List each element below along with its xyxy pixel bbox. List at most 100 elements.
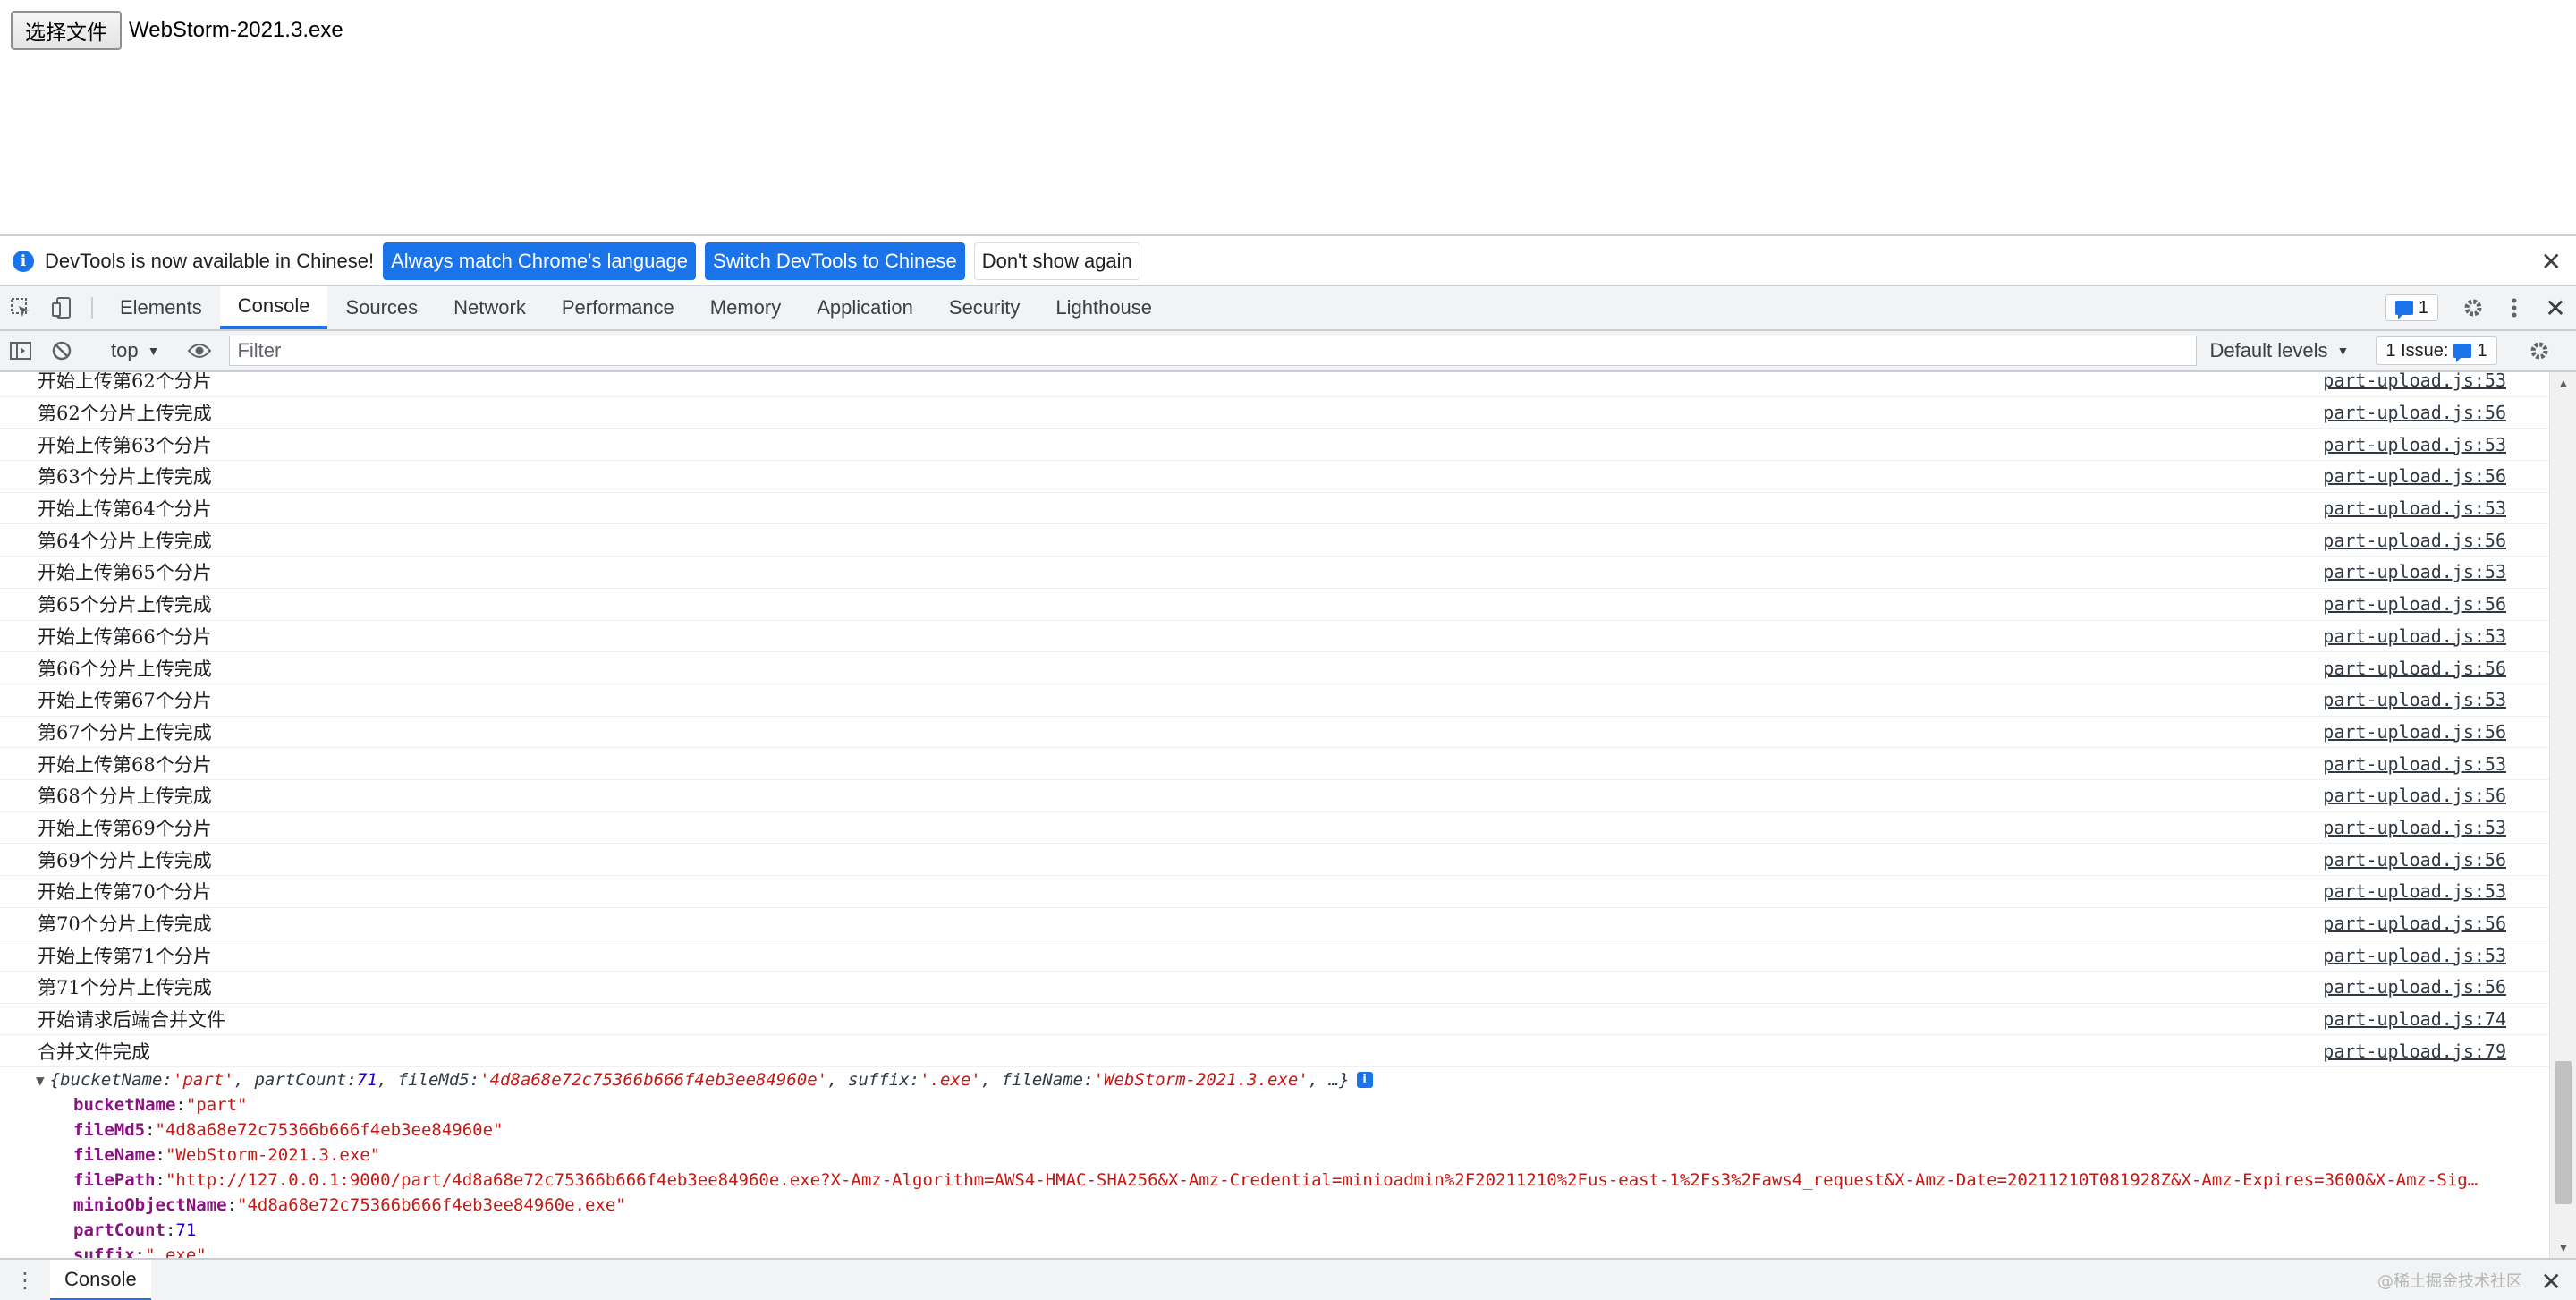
console-message: 第63个分片上传完成 part-upload.js:56 (0, 461, 2549, 493)
console-message: 开始上传第70个分片 part-upload.js:53 (0, 876, 2549, 908)
source-link[interactable]: part-upload.js:53 (2323, 625, 2506, 647)
source-link[interactable]: part-upload.js:56 (2323, 785, 2506, 806)
log-levels-value: Default levels (2209, 339, 2328, 361)
close-icon[interactable]: ✕ (2541, 247, 2562, 276)
choose-file-button[interactable]: 选择文件 (11, 11, 122, 50)
switch-to-chinese-button[interactable]: Switch DevTools to Chinese (705, 242, 965, 280)
source-link[interactable]: part-upload.js:56 (2323, 849, 2506, 871)
issues-count: 1 (2477, 340, 2487, 361)
dont-show-again-button[interactable]: Don't show again (973, 242, 1140, 280)
source-link[interactable]: part-upload.js:53 (2323, 497, 2506, 519)
console-message-text: 开始上传第62个分片 (38, 372, 212, 393)
console-message-list: 开始上传第62个分片 part-upload.js:53 第62个分片上传完成 par… (0, 372, 2549, 1068)
tab-lighthouse[interactable]: Lighthouse (1038, 286, 1170, 329)
object-property: suffix: ".exe" (0, 1243, 2513, 1258)
property-value: 71 (175, 1220, 197, 1241)
source-link[interactable]: part-upload.js:56 (2323, 658, 2506, 679)
source-link[interactable]: part-upload.js:53 (2323, 945, 2506, 966)
toolbar-divider (91, 297, 93, 319)
console-settings-gear-icon[interactable] (2519, 339, 2560, 362)
console-message-text: 第65个分片上传完成 (38, 594, 212, 616)
console-message-text: 合并文件完成 (38, 1041, 150, 1063)
source-link[interactable]: part-upload.js:56 (2323, 913, 2506, 934)
source-link[interactable]: part-upload.js:56 (2323, 976, 2506, 998)
messages-badge-button[interactable]: 1 (2385, 294, 2438, 321)
source-link[interactable]: part-upload.js:79 (2323, 1041, 2506, 1062)
source-link[interactable]: part-upload.js:56 (2323, 402, 2506, 423)
scrollbar-thumb[interactable] (2555, 1061, 2572, 1204)
object-info-icon[interactable]: i (1356, 1072, 1373, 1089)
source-link[interactable]: part-upload.js:56 (2323, 465, 2506, 487)
tab-sources[interactable]: Sources (327, 286, 436, 329)
source-link[interactable]: part-upload.js:56 (2323, 593, 2506, 615)
web-page: 选择文件 WebStorm-2021.3.exe (0, 0, 2576, 234)
live-expression-eye-icon[interactable] (179, 342, 220, 360)
source-link[interactable]: part-upload.js:53 (2323, 561, 2506, 582)
tab-performance[interactable]: Performance (544, 286, 692, 329)
always-match-language-button[interactable]: Always match Chrome's language (383, 242, 697, 280)
log-levels-dropdown[interactable]: Default levels ▼ (2209, 339, 2349, 362)
console-message: 开始上传第65个分片 part-upload.js:53 (0, 557, 2549, 589)
close-drawer-icon[interactable]: ✕ (2541, 1267, 2562, 1296)
source-link[interactable]: part-upload.js:53 (2323, 434, 2506, 455)
sidebar-toggle-icon[interactable] (0, 341, 41, 361)
tab-elements[interactable]: Elements (102, 286, 220, 329)
tab-console[interactable]: Console (219, 286, 328, 329)
device-toolbar-icon[interactable] (41, 286, 82, 329)
expand-triangle-icon[interactable]: ▼ (36, 1072, 45, 1089)
drawer-menu-icon[interactable]: ⋮ (0, 1260, 50, 1300)
scroll-down-arrow-icon[interactable]: ▼ (2557, 1240, 2570, 1254)
scroll-up-arrow-icon[interactable]: ▲ (2557, 376, 2570, 390)
property-key: fileName (73, 1145, 156, 1166)
infobar-text: DevTools is now available in Chinese! (45, 250, 375, 272)
console-message: 第64个分片上传完成 part-upload.js:56 (0, 524, 2549, 557)
inspect-element-icon[interactable] (0, 286, 41, 329)
source-link[interactable]: part-upload.js:74 (2323, 1008, 2506, 1030)
summary-tail: , …} (1308, 1070, 1350, 1091)
console-message-text: 开始上传第65个分片 (38, 562, 212, 584)
source-link[interactable]: part-upload.js:53 (2323, 689, 2506, 710)
console-message: 开始上传第69个分片 part-upload.js:53 (0, 812, 2549, 845)
console-message: 第70个分片上传完成 part-upload.js:56 (0, 908, 2549, 940)
message-icon (2453, 344, 2472, 362)
console-message: 合并文件完成 part-upload.js:79 (0, 1035, 2549, 1068)
console-message: 第68个分片上传完成 part-upload.js:56 (0, 780, 2549, 812)
property-value: "4d8a68e72c75366b666f4eb3ee84960e" (155, 1120, 504, 1141)
tab-network[interactable]: Network (436, 286, 544, 329)
console-message: 开始上传第71个分片 part-upload.js:53 (0, 939, 2549, 973)
issues-label: 1 Issue: (2385, 340, 2449, 361)
tab-memory[interactable]: Memory (692, 286, 799, 329)
tab-security[interactable]: Security (931, 286, 1038, 329)
context-selector[interactable]: top ▼ (111, 339, 159, 362)
summary-suffix: '.exe' (919, 1070, 981, 1091)
property-key: suffix (73, 1245, 135, 1258)
drawer-tab-console[interactable]: Console (50, 1260, 151, 1300)
source-link[interactable]: part-upload.js:53 (2323, 372, 2506, 391)
property-value: "WebStorm-2021.3.exe" (165, 1145, 381, 1166)
source-link[interactable]: part-upload.js:53 (2323, 753, 2506, 775)
tab-application[interactable]: Application (799, 286, 931, 329)
source-link[interactable]: part-upload.js:53 (2323, 817, 2506, 838)
console-message: 第65个分片上传完成 part-upload.js:56 (0, 589, 2549, 621)
source-link[interactable]: part-upload.js:56 (2323, 530, 2506, 551)
property-colon: : (134, 1245, 146, 1258)
console-scrollbar[interactable]: ▲ ▼ (2549, 372, 2576, 1258)
property-value: ".exe" (145, 1245, 207, 1258)
issues-button[interactable]: 1 Issue: 1 (2376, 336, 2497, 365)
summary-fileName: 'WebStorm-2021.3.exe' (1093, 1070, 1309, 1091)
property-colon: : (155, 1170, 165, 1191)
source-link[interactable]: part-upload.js:53 (2323, 880, 2506, 902)
object-summary[interactable]: ▼ {bucketName: 'part', partCount: 71, fi… (0, 1067, 2549, 1092)
file-input-row: 选择文件 WebStorm-2021.3.exe (11, 11, 343, 50)
console-message-text: 开始上传第64个分片 (38, 498, 212, 521)
console-message-text: 第67个分片上传完成 (38, 721, 212, 743)
tabbar-actions: 1 ✕ (2385, 286, 2576, 329)
clear-console-icon[interactable] (41, 340, 82, 361)
console-message-text: 开始上传第63个分片 (38, 434, 212, 456)
source-link[interactable]: part-upload.js:56 (2323, 721, 2506, 743)
more-options-icon[interactable] (2494, 296, 2535, 319)
close-devtools-icon[interactable]: ✕ (2535, 293, 2576, 323)
console-filter-input[interactable] (229, 336, 2198, 366)
console-message: 第62个分片上传完成 part-upload.js:56 (0, 397, 2549, 429)
settings-gear-icon[interactable] (2453, 296, 2494, 319)
